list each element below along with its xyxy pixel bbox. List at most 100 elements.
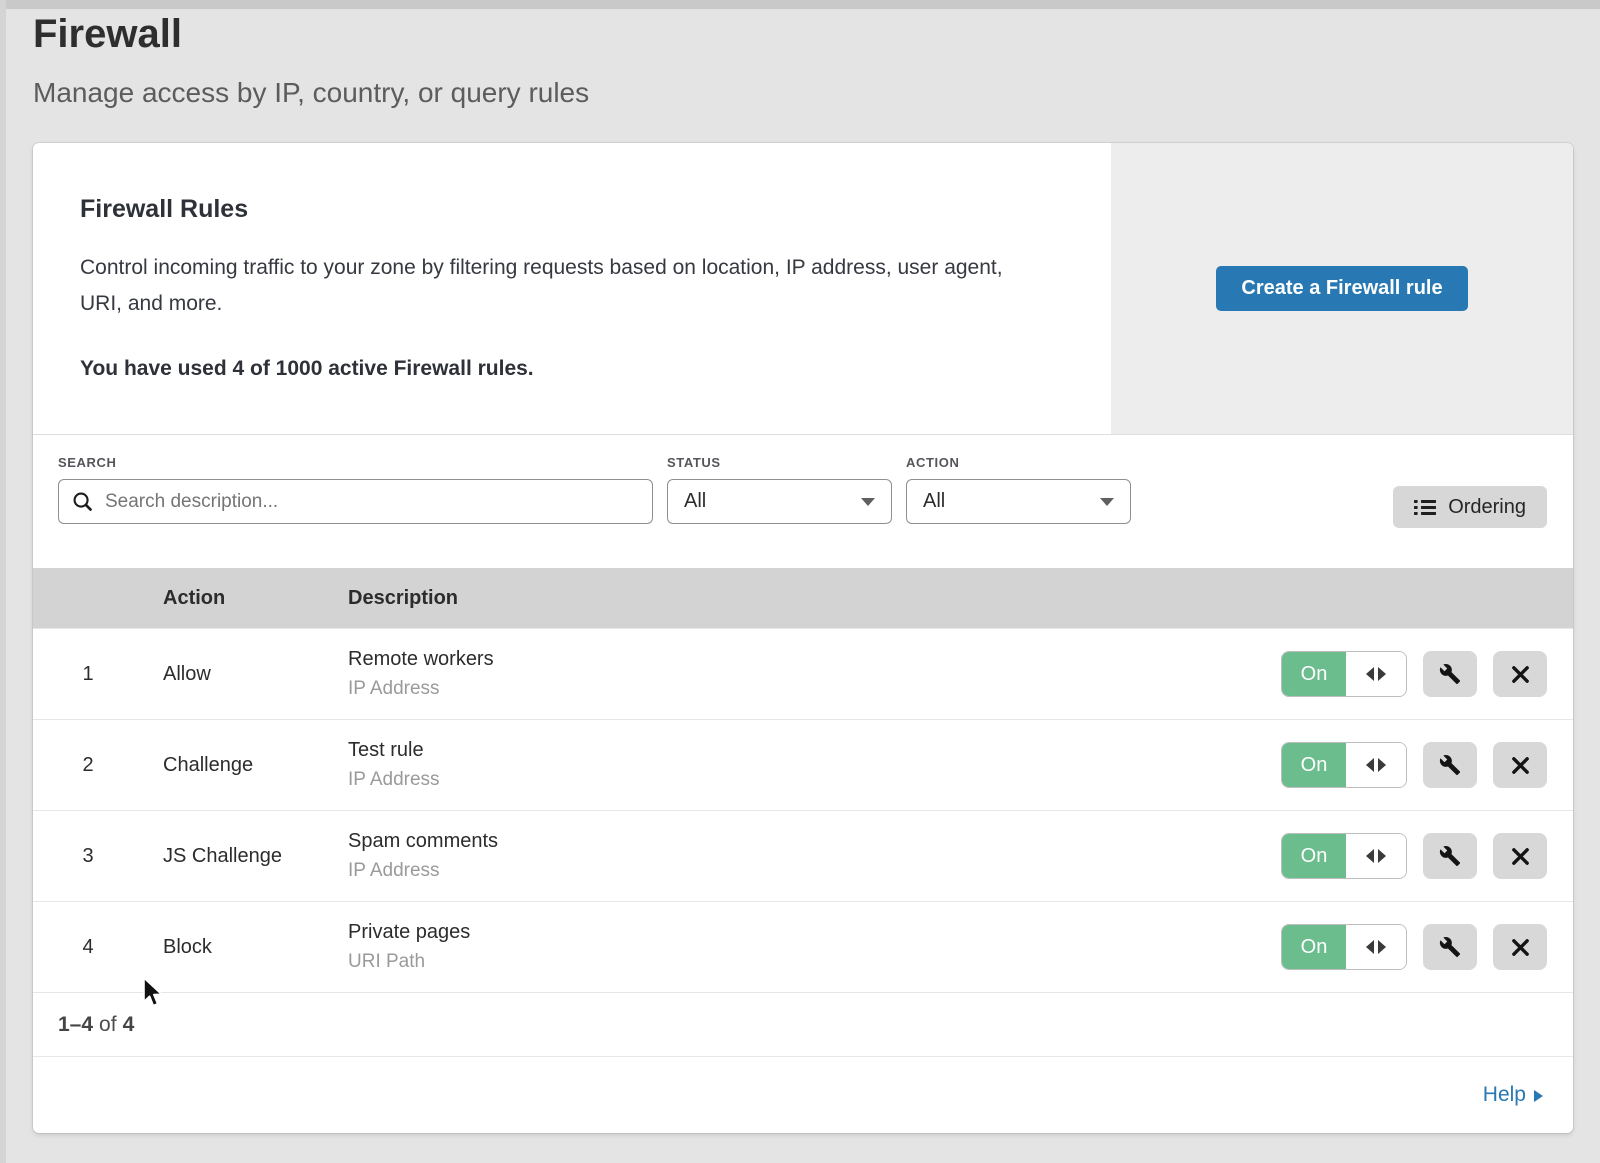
delete-rule-button[interactable] [1493, 833, 1547, 879]
table-row: 1 Allow Remote workers IP Address On [33, 628, 1573, 719]
list-icon [1414, 499, 1436, 516]
rule-enabled-toggle[interactable]: On [1281, 742, 1407, 788]
close-icon [1511, 847, 1530, 866]
column-header-description: Description [348, 587, 1213, 610]
rule-description: Test rule [348, 739, 1213, 762]
firewall-rules-card: Firewall Rules Control incoming traffic … [33, 143, 1573, 1133]
toggle-on-label[interactable]: On [1282, 925, 1346, 969]
rule-action: Challenge [163, 754, 348, 777]
window-top-edge [0, 0, 1600, 9]
table-row: 2 Challenge Test rule IP Address On [33, 719, 1573, 810]
help-row: Help [33, 1056, 1573, 1132]
ordering-button-label: Ordering [1448, 496, 1526, 519]
chevron-down-icon [861, 498, 875, 506]
rule-enabled-toggle[interactable]: On [1281, 924, 1407, 970]
pagination-range: 1–4 [58, 1013, 93, 1037]
wrench-icon [1439, 845, 1461, 867]
rule-controls: On [1213, 742, 1573, 788]
card-title: Firewall Rules [80, 195, 1051, 224]
delete-rule-button[interactable] [1493, 651, 1547, 697]
rule-field-type: URI Path [348, 951, 1213, 973]
arrow-left-icon [1366, 758, 1374, 772]
rule-enabled-toggle[interactable]: On [1281, 833, 1407, 879]
arrow-right-icon [1378, 758, 1386, 772]
rule-action: JS Challenge [163, 845, 348, 868]
table-row: 3 JS Challenge Spam comments IP Address … [33, 810, 1573, 901]
action-filter-group: ACTION All [906, 455, 1131, 524]
chevron-right-icon [1534, 1090, 1543, 1102]
create-firewall-rule-button[interactable]: Create a Firewall rule [1216, 266, 1468, 311]
usage-summary: You have used 4 of 1000 active Firewall … [80, 357, 1051, 381]
rule-description-cell: Spam comments IP Address [348, 830, 1213, 882]
edit-rule-button[interactable] [1423, 742, 1477, 788]
card-description: Control incoming traffic to your zone by… [80, 250, 1040, 322]
rule-field-type: IP Address [348, 860, 1213, 882]
toggle-drag-handle[interactable] [1346, 743, 1406, 787]
pagination-of: of [99, 1013, 117, 1037]
chevron-down-icon [1100, 498, 1114, 506]
help-link-label: Help [1483, 1083, 1526, 1107]
help-link[interactable]: Help [1483, 1083, 1543, 1107]
wrench-icon [1439, 663, 1461, 685]
rule-field-type: IP Address [348, 678, 1213, 700]
status-select[interactable]: All [667, 479, 892, 524]
rule-description: Private pages [348, 921, 1213, 944]
rule-controls: On [1213, 833, 1573, 879]
page-subtitle: Manage access by IP, country, or query r… [33, 77, 589, 109]
arrow-left-icon [1366, 849, 1374, 863]
delete-rule-button[interactable] [1493, 742, 1547, 788]
toggle-drag-handle[interactable] [1346, 834, 1406, 878]
pagination: 1–4 of 4 [33, 992, 1573, 1056]
search-filter-group: SEARCH [58, 455, 653, 524]
rule-description-cell: Test rule IP Address [348, 739, 1213, 791]
close-icon [1511, 938, 1530, 957]
arrow-left-icon [1366, 940, 1374, 954]
close-icon [1511, 756, 1530, 775]
action-label: ACTION [906, 455, 1131, 470]
search-input[interactable] [103, 490, 639, 514]
rule-action: Allow [163, 663, 348, 686]
rule-controls: On [1213, 651, 1573, 697]
rule-field-type: IP Address [348, 769, 1213, 791]
edit-rule-button[interactable] [1423, 651, 1477, 697]
rule-enabled-toggle[interactable]: On [1281, 651, 1407, 697]
arrow-right-icon [1378, 849, 1386, 863]
column-header-action: Action [163, 587, 348, 610]
page-header: Firewall Manage access by IP, country, o… [33, 12, 589, 109]
toggle-drag-handle[interactable] [1346, 652, 1406, 696]
status-filter-group: STATUS All [667, 455, 892, 524]
toggle-on-label[interactable]: On [1282, 652, 1346, 696]
delete-rule-button[interactable] [1493, 924, 1547, 970]
rule-priority: 4 [33, 936, 163, 959]
edit-rule-button[interactable] [1423, 833, 1477, 879]
rule-action: Block [163, 936, 348, 959]
wrench-icon [1439, 936, 1461, 958]
create-rule-panel: Create a Firewall rule [1111, 143, 1573, 434]
card-summary-text: Firewall Rules Control incoming traffic … [33, 143, 1111, 434]
edit-rule-button[interactable] [1423, 924, 1477, 970]
status-label: STATUS [667, 455, 892, 470]
rule-priority: 2 [33, 754, 163, 777]
status-selected-value: All [684, 490, 706, 513]
rule-description-cell: Remote workers IP Address [348, 648, 1213, 700]
ordering-button[interactable]: Ordering [1393, 486, 1547, 528]
rule-controls: On [1213, 924, 1573, 970]
window-left-edge [0, 0, 6, 1163]
close-icon [1511, 665, 1530, 684]
search-label: SEARCH [58, 455, 653, 470]
rule-description: Remote workers [348, 648, 1213, 671]
wrench-icon [1439, 754, 1461, 776]
table-header: Action Description [33, 568, 1573, 628]
search-box[interactable] [58, 479, 653, 524]
rule-priority: 3 [33, 845, 163, 868]
rule-description-cell: Private pages URI Path [348, 921, 1213, 973]
arrow-right-icon [1378, 667, 1386, 681]
toggle-on-label[interactable]: On [1282, 834, 1346, 878]
search-icon [72, 491, 93, 512]
filters-bar: SEARCH STATUS All ACTION All [33, 435, 1573, 568]
action-selected-value: All [923, 490, 945, 513]
pagination-total: 4 [123, 1013, 135, 1037]
toggle-drag-handle[interactable] [1346, 925, 1406, 969]
action-select[interactable]: All [906, 479, 1131, 524]
toggle-on-label[interactable]: On [1282, 743, 1346, 787]
